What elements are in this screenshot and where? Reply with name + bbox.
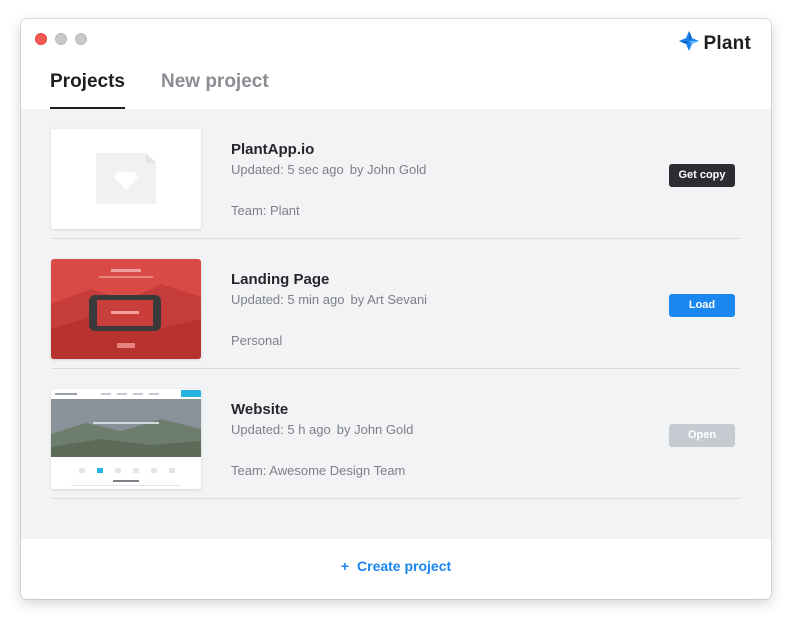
project-row[interactable]: PlantApp.io Updated: 5 sec ago by John Go… [51,109,741,239]
brand: Plant [678,30,751,57]
app-window: Plant Projects New project PlantApp.io U… [21,19,771,599]
create-project-button[interactable]: + Create project [341,558,451,574]
close-window-button[interactable] [35,33,47,45]
team-label: Personal [231,333,283,348]
project-meta: Updated: 5 min ago by Art Sevani [231,292,427,307]
footer: + Create project [21,539,771,599]
maximize-window-button[interactable] [75,33,87,45]
updated-time: Updated: 5 min ago [231,292,345,307]
tab-new-project[interactable]: New project [161,71,269,109]
updated-time: Updated: 5 sec ago [231,162,344,177]
project-row[interactable]: Landing Page Updated: 5 min ago by Art Se… [51,239,741,369]
project-thumbnail [51,389,201,489]
get-copy-button[interactable]: Get copy [669,164,735,187]
plus-icon: + [340,558,350,574]
create-project-label: Create project [357,558,452,574]
load-button[interactable]: Load [669,294,735,317]
project-meta: Updated: 5 sec ago by John Gold [231,162,426,177]
project-meta: Updated: 5 h ago by John Gold [231,422,413,437]
project-row[interactable]: Website Updated: 5 h ago by John Gold Tea… [51,369,741,499]
author: by Art Sevani [350,292,428,307]
tab-bar: Projects New project [50,71,269,109]
brand-name: Plant [703,32,751,54]
minimize-window-button[interactable] [55,33,67,45]
window-controls [35,33,87,45]
tab-projects[interactable]: Projects [50,71,125,109]
project-name[interactable]: PlantApp.io [231,141,314,158]
project-name[interactable]: Website [231,401,288,418]
plant-logo-icon [678,30,700,57]
open-button[interactable]: Open [669,424,735,447]
team-label: Team: Plant [231,203,300,218]
updated-time: Updated: 5 h ago [231,422,331,437]
author: by John Gold [349,162,427,177]
project-thumbnail [51,129,201,229]
project-thumbnail [51,259,201,359]
team-label: Team: Awesome Design Team [231,463,406,478]
project-list: PlantApp.io Updated: 5 sec ago by John Go… [21,109,771,539]
author: by John Gold [336,422,414,437]
project-name[interactable]: Landing Page [231,271,329,288]
